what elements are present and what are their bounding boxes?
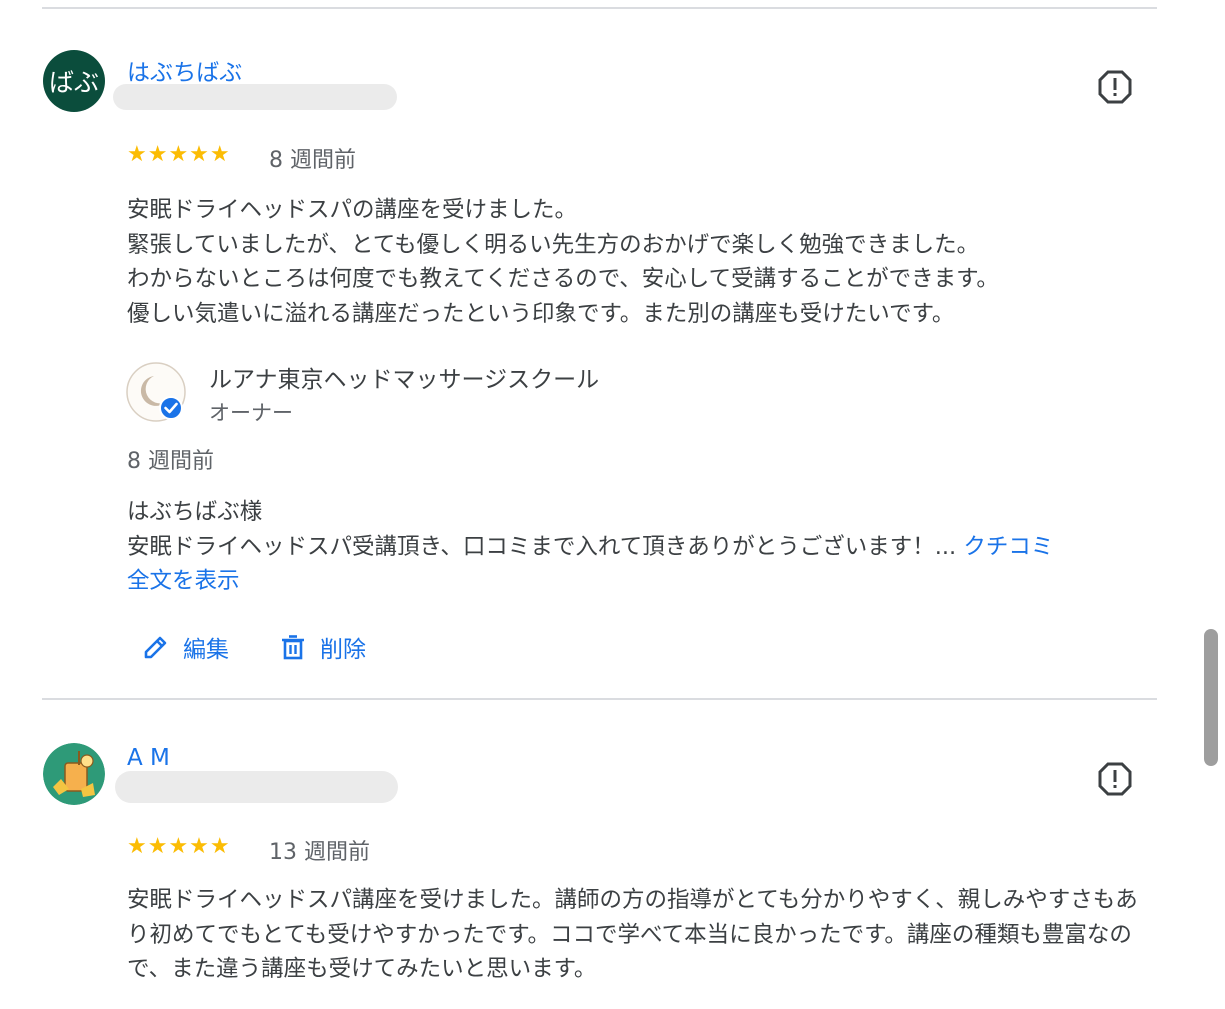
review-text-line: 優しい気遣いに溢れる講座だったという印象です。また別の講座も受けたいです。 (127, 300, 955, 327)
show-full-review-link-cont[interactable]: 全文を表示 (127, 564, 1053, 599)
avatar[interactable]: ばぶ (43, 50, 105, 112)
delete-label: 削除 (320, 637, 366, 663)
reviewer-info-redacted (113, 84, 397, 110)
delete-button[interactable]: 削除 (280, 630, 366, 664)
review-text-line: 安眠ドライヘッドスパの講座を受けました。 (127, 197, 578, 223)
owner-reply-time: 8 週間前 (127, 449, 214, 474)
report-icon[interactable] (1098, 762, 1132, 796)
review-text: 安眠ドライヘッドスパ講座を受けました。講師の方の指導がとても分かりやすく、親しみ… (127, 887, 1138, 982)
edit-button[interactable]: 編集 (143, 630, 229, 664)
review-text-line: 緊張していましたが、とても優しく明るい先生方のおかげで楽しく勉強できました。 (127, 231, 980, 258)
reviewer-name[interactable]: はぶちばぶ (127, 53, 242, 87)
review-text: 安眠ドライヘッドスパの講座を受けました。 緊張していましたが、とても優しく明るい… (127, 193, 999, 331)
star-rating: ★★★★★ (127, 834, 231, 859)
owner-reply: はぶちばぶ様 安眠ドライヘッドスパ受講頂き、口コミまで入れて頂きありがとうござい… (127, 495, 1053, 599)
review-time: 8 週間前 (269, 148, 356, 173)
avatar-initials: ばぶ (48, 68, 99, 97)
reviewer-name[interactable]: A M (127, 745, 170, 771)
edit-label: 編集 (183, 637, 229, 663)
star-rating: ★★★★★ (127, 142, 231, 167)
owner-name: ルアナ東京ヘッドマッサージスクール (209, 367, 600, 393)
owner-reply-preview: 安眠ドライヘッドスパ受講頂き、口コミまで入れて頂きありがとうございます！... (127, 533, 957, 560)
review-time: 13 週間前 (269, 840, 370, 865)
reviewer-info-redacted (115, 771, 398, 803)
owner-reply-line: 安眠ドライヘッドスパ受講頂き、口コミまで入れて頂きありがとうございます！... … (127, 530, 1053, 565)
show-full-review-link[interactable]: クチコミ (963, 534, 1053, 560)
edit-icon (144, 636, 167, 659)
review-text-line: わからないところは何度でも教えてくださるので、安心して受講することができます。 (127, 266, 999, 292)
owner-logo[interactable] (124, 362, 188, 426)
trash-icon (282, 635, 304, 660)
owner-role: オーナー (209, 401, 293, 425)
report-icon[interactable] (1098, 70, 1132, 104)
review-divider (42, 698, 1157, 700)
scrollbar-thumb[interactable] (1204, 629, 1218, 766)
review-divider (42, 7, 1157, 9)
avatar[interactable] (43, 743, 105, 805)
owner-reply-greeting: はぶちばぶ様 (127, 499, 263, 525)
